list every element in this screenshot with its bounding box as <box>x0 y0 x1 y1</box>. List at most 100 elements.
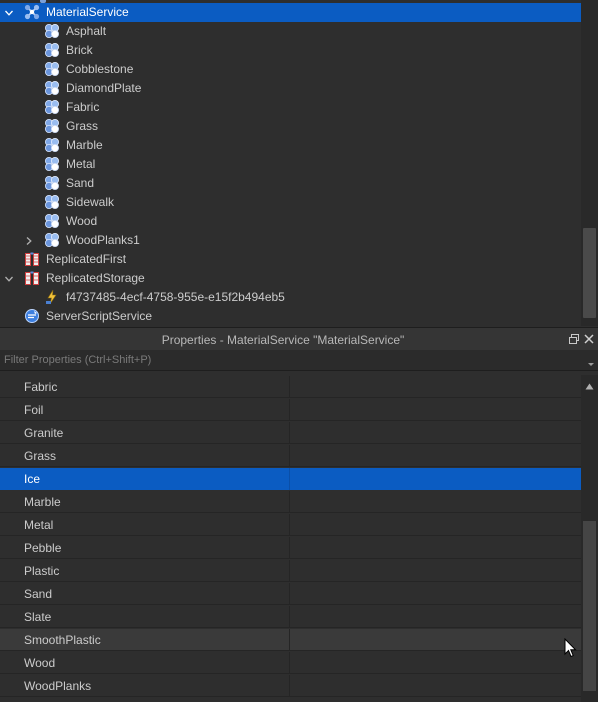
column-divider[interactable] <box>289 468 290 490</box>
property-value-field[interactable] <box>295 564 575 578</box>
explorer-item[interactable]: Metal <box>0 155 581 174</box>
property-value-field[interactable] <box>295 633 575 647</box>
replicated-storage-icon <box>24 270 40 286</box>
explorer-item[interactable]: Cobblestone <box>0 60 581 79</box>
property-row[interactable]: Slate <box>0 606 581 628</box>
explorer-scrollbar[interactable] <box>581 0 598 326</box>
column-divider[interactable] <box>289 606 290 628</box>
material-variant-icon <box>44 42 60 58</box>
bindable-event-icon <box>44 289 60 305</box>
property-row[interactable]: Fabric <box>0 376 581 398</box>
property-row[interactable]: Foil <box>0 399 581 421</box>
property-name: Foil <box>24 403 44 417</box>
explorer-item[interactable]: Brick <box>0 41 581 60</box>
explorer-scroll-thumb[interactable] <box>583 228 596 318</box>
explorer-item-label: Brick <box>66 43 93 57</box>
property-value-field[interactable] <box>295 656 575 670</box>
column-divider[interactable] <box>289 422 290 444</box>
property-value-field[interactable] <box>295 472 575 486</box>
explorer-item[interactable]: f4737485-4ecf-4758-955e-e15f2b494eb5 <box>0 288 581 307</box>
explorer-item[interactable]: Grass <box>0 117 581 136</box>
column-divider[interactable] <box>289 675 290 697</box>
property-value-field[interactable] <box>295 495 575 509</box>
explorer-item[interactable]: MaterialService <box>0 3 581 22</box>
property-value-field[interactable] <box>295 679 575 693</box>
property-value-field[interactable] <box>295 380 575 394</box>
explorer-item[interactable]: ReplicatedFirst <box>0 250 581 269</box>
property-name: Fabric <box>24 380 58 394</box>
column-divider[interactable] <box>289 445 290 467</box>
property-name: Grass <box>24 449 57 463</box>
filter-properties-input[interactable] <box>0 350 580 370</box>
explorer-item-label: DiamondPlate <box>66 81 142 95</box>
properties-scroll-thumb[interactable] <box>583 521 596 691</box>
explorer-item-label: WoodPlanks1 <box>66 233 140 247</box>
property-value-field[interactable] <box>295 449 575 463</box>
property-name: Wood <box>24 656 56 670</box>
explorer-item[interactable]: Marble <box>0 136 581 155</box>
explorer-item[interactable]: DiamondPlate <box>0 79 581 98</box>
explorer-item-label: Cobblestone <box>66 62 134 76</box>
material-variant-icon <box>44 232 60 248</box>
explorer-panel: MaterialService Asphalt Brick Cobblestone Di… <box>0 0 598 326</box>
material-variant-icon <box>44 80 60 96</box>
property-value-field[interactable] <box>295 403 575 417</box>
material-variant-icon <box>44 61 60 77</box>
property-row[interactable]: SmoothPlastic <box>0 629 581 651</box>
explorer-item-label: f4737485-4ecf-4758-955e-e15f2b494eb5 <box>66 290 285 304</box>
property-value-field[interactable] <box>295 518 575 532</box>
property-value-field[interactable] <box>295 426 575 440</box>
property-name: Granite <box>24 426 64 440</box>
property-value-field[interactable] <box>295 587 575 601</box>
property-value-field[interactable] <box>295 610 575 624</box>
property-row[interactable]: Marble <box>0 491 581 513</box>
properties-scrollbar[interactable] <box>581 375 598 702</box>
property-row[interactable]: WoodPlanks <box>0 675 581 697</box>
property-row[interactable]: Metal <box>0 514 581 536</box>
material-variant-icon <box>44 137 60 153</box>
property-row[interactable]: Ice <box>0 468 581 490</box>
chevron-right-icon[interactable] <box>25 237 33 245</box>
column-divider[interactable] <box>289 376 290 398</box>
column-divider[interactable] <box>289 491 290 513</box>
column-divider[interactable] <box>289 399 290 421</box>
property-row[interactable]: Wood <box>0 652 581 674</box>
explorer-item[interactable]: ServerScriptService <box>0 307 581 326</box>
explorer-item[interactable]: WoodPlanks1 <box>0 231 581 250</box>
property-row[interactable]: Granite <box>0 422 581 444</box>
column-divider[interactable] <box>289 514 290 536</box>
chevron-down-icon[interactable] <box>5 9 13 17</box>
explorer-item-label: MaterialService <box>46 5 129 19</box>
float-window-icon[interactable] <box>568 333 580 345</box>
column-divider[interactable] <box>289 537 290 559</box>
material-variant-icon <box>44 175 60 191</box>
explorer-item[interactable]: Wood <box>0 212 581 231</box>
explorer-item-label: Grass <box>66 119 99 133</box>
property-row[interactable]: Plastic <box>0 560 581 582</box>
explorer-item[interactable]: Sand <box>0 174 581 193</box>
close-icon[interactable] <box>583 333 595 345</box>
explorer-item[interactable]: Fabric <box>0 98 581 117</box>
property-name: Plastic <box>24 564 60 578</box>
scroll-up-arrow-icon[interactable] <box>585 379 594 390</box>
property-value-field[interactable] <box>295 541 575 555</box>
properties-panel: Properties - MaterialService "MaterialSe… <box>0 327 598 702</box>
explorer-item-label: Sand <box>66 176 95 190</box>
explorer-item-label: Sidewalk <box>66 195 115 209</box>
property-name: Sand <box>24 587 53 601</box>
property-row[interactable]: Grass <box>0 445 581 467</box>
explorer-item[interactable]: ReplicatedStorage <box>0 269 581 288</box>
explorer-item[interactable]: Sidewalk <box>0 193 581 212</box>
chevron-down-icon[interactable] <box>5 275 13 283</box>
property-name: SmoothPlastic <box>24 633 101 647</box>
column-divider[interactable] <box>289 583 290 605</box>
column-divider[interactable] <box>289 560 290 582</box>
column-divider[interactable] <box>289 652 290 674</box>
property-row[interactable]: Sand <box>0 583 581 605</box>
property-row[interactable]: Pebble <box>0 537 581 559</box>
column-divider[interactable] <box>289 629 290 651</box>
explorer-item[interactable]: Asphalt <box>0 22 581 41</box>
explorer-item-label: ReplicatedFirst <box>46 252 127 266</box>
chevron-down-icon[interactable] <box>587 357 595 366</box>
explorer-item-label: Metal <box>66 157 96 171</box>
